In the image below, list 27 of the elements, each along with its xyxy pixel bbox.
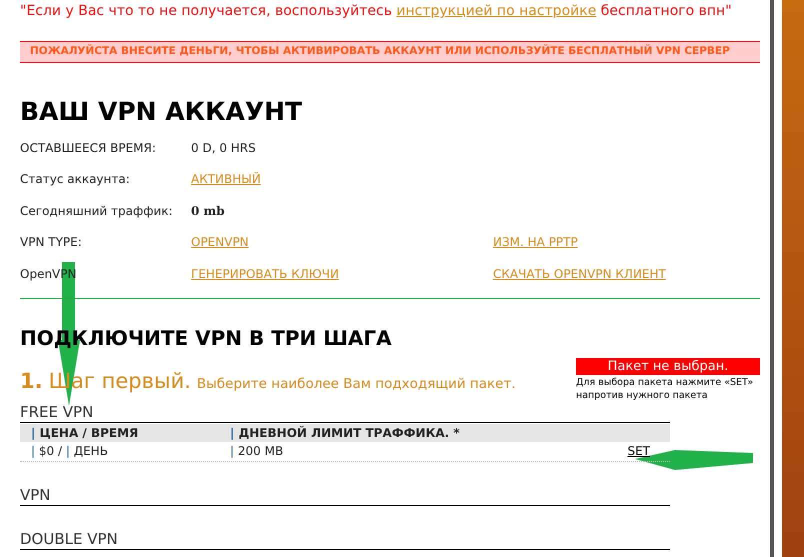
package-name: VPN (20, 486, 670, 506)
status-hint: Для выбора пакета нажмите «SET» напротив нужного пакета (576, 376, 754, 402)
field-value: 0 D, 0 HRS (191, 140, 257, 157)
value-link[interactable]: OPENVPN (191, 233, 493, 252)
field-label: Статус аккаунта: (20, 171, 131, 188)
notice-text: "Если у Вас что то не получается, воспользуйтесь инструкцией по настройке бесплатного впн" (20, 2, 733, 21)
table-cell-text: | $0 / | ДЕНЬ (30, 443, 109, 460)
action-link[interactable]: СКАЧАТЬ OPENVPN КЛИЕНТ (493, 264, 666, 283)
field-label: ОСТАВШЕЕСЯ ВРЕМЯ: (20, 140, 157, 157)
field-value: 0 mb (191, 202, 226, 220)
column-header: | ДНЕВНОЙ ЛИМИТ ТРАФФИКА. * (230, 424, 460, 442)
field-label: Сегодняшний траффик: (20, 202, 174, 220)
warning-banner: ПОЖАЛУЙСТА ВНЕСИТЕ ДЕНЬГИ, ЧТОБЫ АКТИВИРОВАТЬ АККАУНТ ИЛИ ИСПОЛЬЗУЙТЕ БЕСПЛАТНЫЙ VPN СЕРВЕР (20, 41, 760, 63)
account-heading: ВАШ VPN АККАУНТ (20, 99, 304, 124)
package-status: Пакет не выбран. (576, 358, 760, 374)
step-number: 1. (20, 368, 43, 394)
step-hint: Выберите наиболее Вам подходящий пакет. (196, 374, 516, 394)
set-link[interactable]: SET (627, 442, 650, 460)
value-link[interactable]: АКТИВНЫЙ (191, 170, 493, 188)
package-name: FREE VPN (20, 402, 670, 422)
value-link[interactable]: ГЕНЕРИРОВАТЬ КЛЮЧИ (191, 264, 493, 283)
table-cell-text: | 200 MB (230, 443, 284, 460)
field-label: VPN TYPE: (20, 234, 83, 252)
action-link[interactable]: ИЗМ. НА PPTP (493, 233, 578, 252)
column-header: | ЦЕНА / ВРЕМЯ (30, 424, 140, 442)
setup-guide-link[interactable]: инструкцией по настройке (396, 3, 596, 19)
package-name: DOUBLE VPN (20, 530, 670, 550)
